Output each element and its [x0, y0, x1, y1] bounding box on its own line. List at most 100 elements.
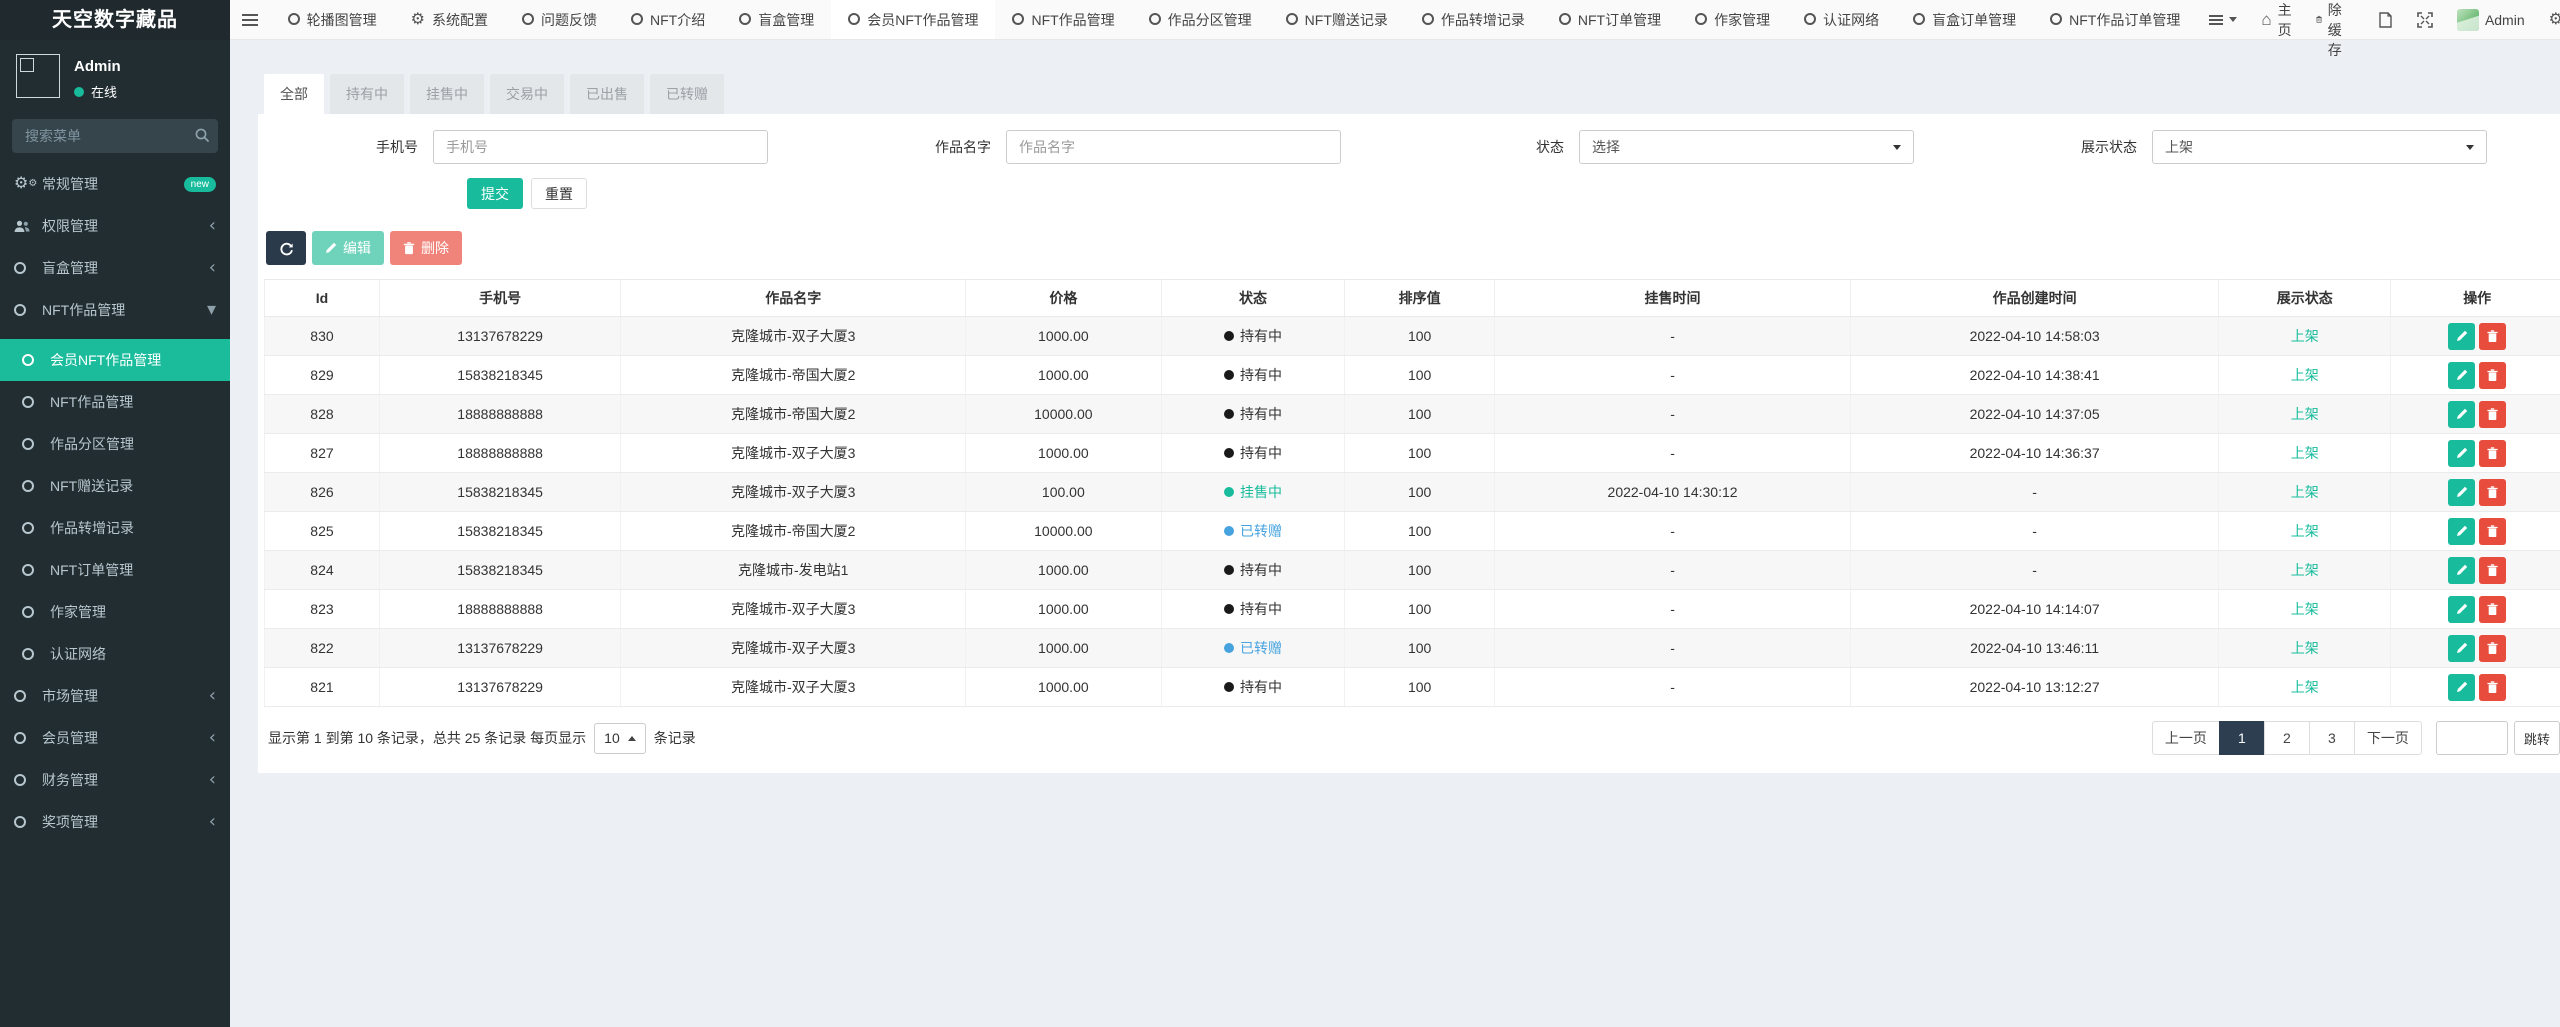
nav-tab-NFT作品订单管理[interactable]: NFT作品订单管理	[2033, 0, 2197, 39]
nav-tab-问题反馈[interactable]: 问题反馈	[505, 0, 614, 39]
display-status-link[interactable]: 上架	[2291, 406, 2319, 422]
sidebar-search-input[interactable]	[12, 119, 218, 153]
page-refresh-button[interactable]	[2366, 0, 2405, 40]
nav-tab-会员NFT作品管理[interactable]: 会员NFT作品管理	[831, 0, 995, 39]
nav-tab-作家管理[interactable]: 作家管理	[1678, 0, 1787, 39]
search-icon[interactable]	[194, 127, 210, 146]
edit-button[interactable]: 编辑	[312, 231, 384, 265]
sidebar-item-NFT作品管理[interactable]: NFT作品管理▾	[0, 289, 230, 331]
row-edit-button[interactable]	[2448, 557, 2475, 584]
nav-tab-作品分区管理[interactable]: 作品分区管理	[1132, 0, 1269, 39]
sidebar-search	[12, 119, 218, 153]
row-delete-button[interactable]	[2479, 557, 2506, 584]
home-button[interactable]: ⌂ 主页	[2249, 0, 2303, 40]
clear-cache-button[interactable]: 清除缓存	[2304, 0, 2366, 40]
nav-tab-认证网络[interactable]: 认证网络	[1787, 0, 1896, 39]
per-page-select[interactable]: 10	[594, 723, 646, 754]
nav-tab-NFT介绍[interactable]: NFT介绍	[614, 0, 722, 39]
row-edit-button[interactable]	[2448, 479, 2475, 506]
sidebar-subitem-NFT赠送记录[interactable]: NFT赠送记录	[0, 465, 230, 507]
row-delete-button[interactable]	[2479, 440, 2506, 467]
nav-tab-轮播图管理[interactable]: 轮播图管理	[271, 0, 394, 39]
user-menu[interactable]: Admin	[2445, 0, 2537, 40]
hamburger-icon[interactable]	[230, 0, 271, 39]
settings-button[interactable]: ⚙⚙	[2537, 0, 2560, 40]
row-delete-button[interactable]	[2479, 674, 2506, 701]
row-delete-button[interactable]	[2479, 635, 2506, 662]
cell-price: 1000.00	[966, 551, 1161, 590]
sidebar-item-权限管理[interactable]: 权限管理‹	[0, 205, 230, 247]
filter-tab-持有中[interactable]: 持有中	[330, 74, 404, 114]
row-edit-button[interactable]	[2448, 401, 2475, 428]
jump-page-input[interactable]	[2436, 721, 2508, 755]
nav-tab-NFT赠送记录[interactable]: NFT赠送记录	[1269, 0, 1405, 39]
nav-tab-NFT订单管理[interactable]: NFT订单管理	[1542, 0, 1678, 39]
sidebar-subitem-NFT作品管理[interactable]: NFT作品管理	[0, 381, 230, 423]
delete-button[interactable]: 删除	[390, 231, 462, 265]
prev-page-button[interactable]: 上一页	[2152, 721, 2220, 755]
filter-tab-已转赠[interactable]: 已转赠	[650, 74, 724, 114]
fullscreen-button[interactable]	[2405, 0, 2445, 40]
page-button-1[interactable]: 1	[2219, 721, 2265, 755]
row-edit-button[interactable]	[2448, 323, 2475, 350]
filter-tab-已出售[interactable]: 已出售	[570, 74, 644, 114]
sidebar-item-财务管理[interactable]: 财务管理‹	[0, 759, 230, 801]
sidebar-subitem-作品分区管理[interactable]: 作品分区管理	[0, 423, 230, 465]
row-delete-button[interactable]	[2479, 362, 2506, 389]
display-status-link[interactable]: 上架	[2291, 484, 2319, 500]
refresh-button[interactable]	[266, 231, 306, 265]
column-header-排序值: 排序值	[1345, 280, 1494, 317]
row-delete-button[interactable]	[2479, 518, 2506, 545]
row-delete-button[interactable]	[2479, 323, 2506, 350]
row-delete-button[interactable]	[2479, 596, 2506, 623]
sidebar-item-会员管理[interactable]: 会员管理‹	[0, 717, 230, 759]
nav-tab-系统配置[interactable]: ⚙系统配置	[394, 0, 505, 39]
sidebar-item-常规管理[interactable]: ⚙⚙常规管理new	[0, 163, 230, 205]
sidebar-subitem-作家管理[interactable]: 作家管理	[0, 591, 230, 633]
filter-tab-挂售中[interactable]: 挂售中	[410, 74, 484, 114]
row-delete-button[interactable]	[2479, 401, 2506, 428]
filter-tab-全部[interactable]: 全部	[264, 74, 324, 114]
reset-button[interactable]: 重置	[531, 178, 587, 209]
page-button-2[interactable]: 2	[2264, 721, 2310, 755]
display-status-link[interactable]: 上架	[2291, 679, 2319, 695]
row-edit-button[interactable]	[2448, 674, 2475, 701]
nav-tab-作品转增记录[interactable]: 作品转增记录	[1405, 0, 1542, 39]
sidebar-item-奖项管理[interactable]: 奖项管理‹	[0, 801, 230, 843]
row-edit-button[interactable]	[2448, 596, 2475, 623]
phone-input[interactable]	[433, 130, 768, 164]
sidebar-subitem-NFT订单管理[interactable]: NFT订单管理	[0, 549, 230, 591]
sidebar-item-市场管理[interactable]: 市场管理‹	[0, 675, 230, 717]
display-status-link[interactable]: 上架	[2291, 562, 2319, 578]
nav-tab-label: 盲盒订单管理	[1932, 10, 2016, 30]
row-delete-button[interactable]	[2479, 479, 2506, 506]
row-edit-button[interactable]	[2448, 440, 2475, 467]
row-edit-button[interactable]	[2448, 518, 2475, 545]
filter-tab-交易中[interactable]: 交易中	[490, 74, 564, 114]
next-page-button[interactable]: 下一页	[2354, 721, 2422, 755]
display-status-link[interactable]: 上架	[2291, 445, 2319, 461]
display-status-select[interactable]: 上架	[2152, 130, 2487, 164]
display-status-link[interactable]: 上架	[2291, 328, 2319, 344]
artwork-name-input[interactable]	[1006, 130, 1341, 164]
status-select[interactable]: 选择	[1579, 130, 1914, 164]
sidebar-item-label: 常规管理	[42, 174, 184, 194]
display-status-link[interactable]: 上架	[2291, 523, 2319, 539]
tab-list-dropdown[interactable]	[2197, 0, 2249, 40]
cell-sale-time: -	[1494, 434, 1850, 473]
sidebar-subitem-作品转增记录[interactable]: 作品转增记录	[0, 507, 230, 549]
row-edit-button[interactable]	[2448, 635, 2475, 662]
jump-button[interactable]: 跳转	[2514, 721, 2560, 755]
nav-tab-NFT作品管理[interactable]: NFT作品管理	[995, 0, 1131, 39]
sidebar-item-盲盒管理[interactable]: 盲盒管理‹	[0, 247, 230, 289]
display-status-link[interactable]: 上架	[2291, 601, 2319, 617]
nav-tab-盲盒订单管理[interactable]: 盲盒订单管理	[1896, 0, 2033, 39]
page-button-3[interactable]: 3	[2309, 721, 2355, 755]
display-status-link[interactable]: 上架	[2291, 367, 2319, 383]
submit-button[interactable]: 提交	[467, 178, 523, 209]
sidebar-subitem-会员NFT作品管理[interactable]: 会员NFT作品管理	[0, 339, 230, 381]
sidebar-subitem-认证网络[interactable]: 认证网络	[0, 633, 230, 675]
display-status-link[interactable]: 上架	[2291, 640, 2319, 656]
row-edit-button[interactable]	[2448, 362, 2475, 389]
nav-tab-盲盒管理[interactable]: 盲盒管理	[722, 0, 831, 39]
